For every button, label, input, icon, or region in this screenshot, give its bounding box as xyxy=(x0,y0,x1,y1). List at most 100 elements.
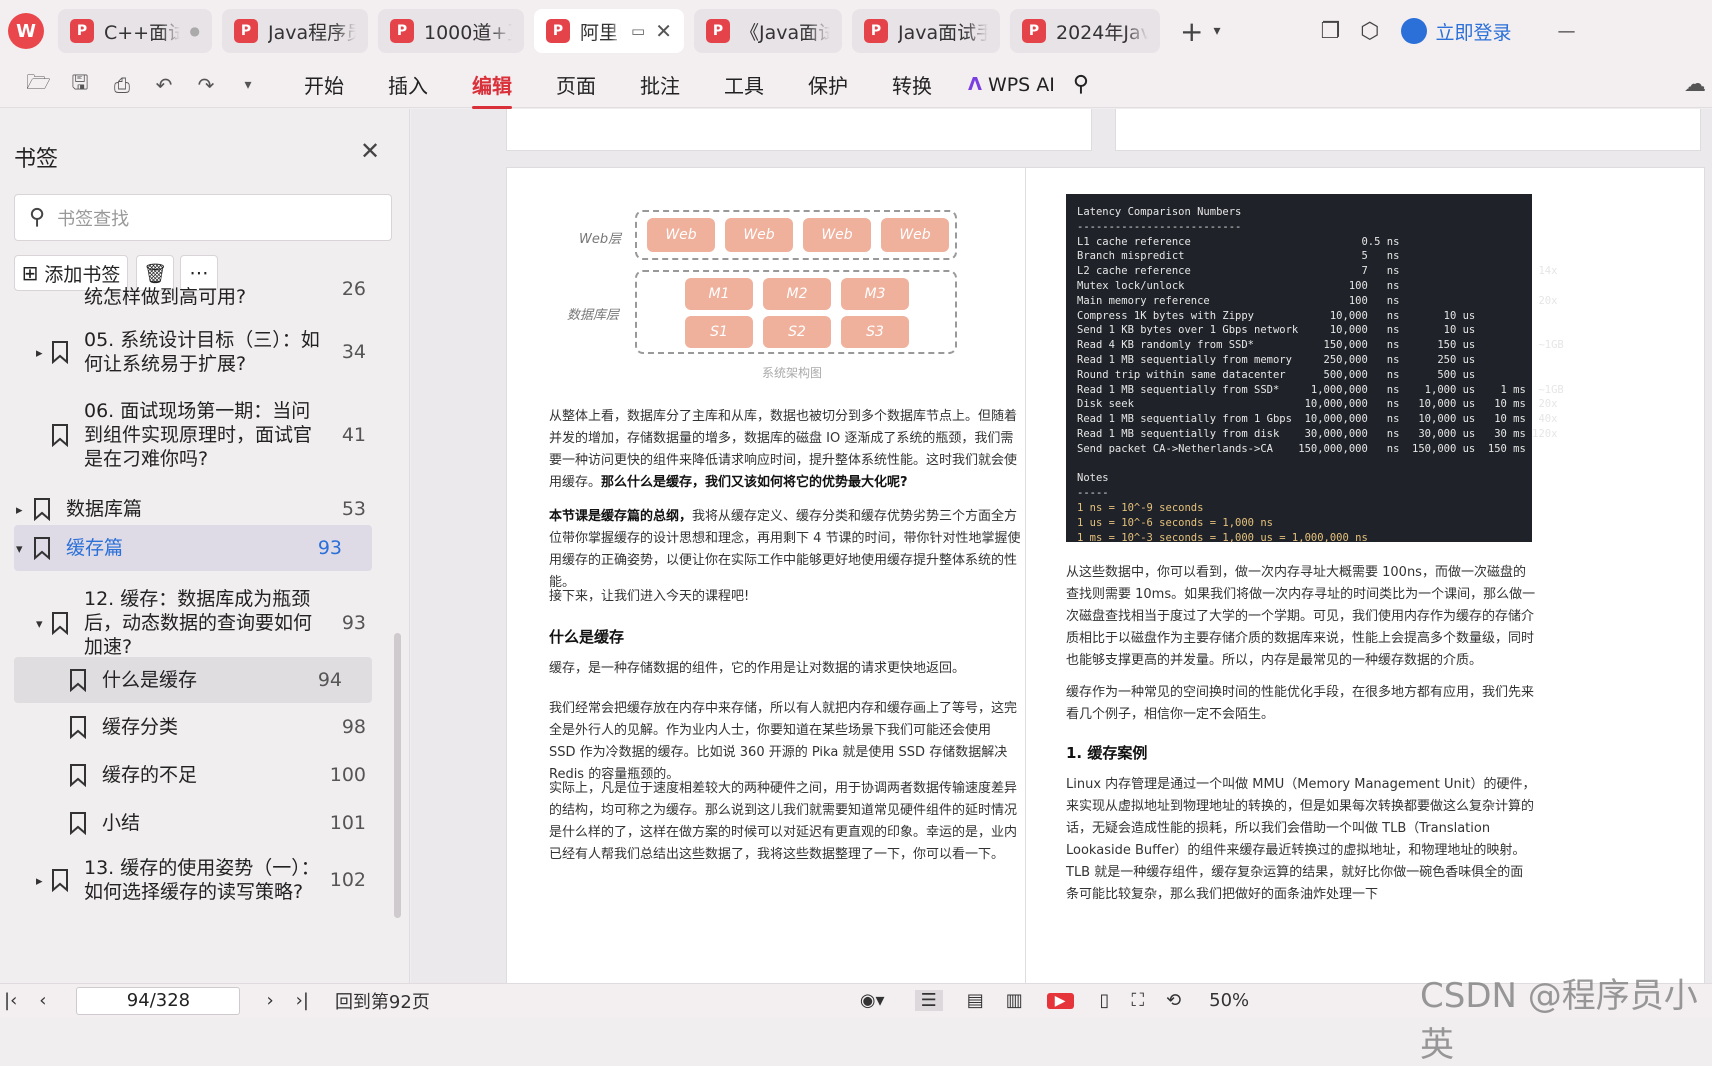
latency-row: Round trip within same datacenter 500,00… xyxy=(1077,368,1476,381)
back-to-page-link[interactable]: 回到第92页 xyxy=(335,988,430,1014)
more-chevron-icon[interactable]: ▾ xyxy=(236,77,260,93)
slave-node: S2 xyxy=(763,316,831,348)
bookmark-page-number: 93 xyxy=(317,537,342,559)
double-page-icon[interactable]: ▥ xyxy=(1006,990,1023,1011)
db-layer-label: 数据库层 xyxy=(567,308,620,323)
play-icon[interactable]: ▶ xyxy=(1046,992,1074,1009)
bookmark-label: 缓存的不足 xyxy=(102,764,198,786)
latency-row: Mutex lock/unlock 100 ns xyxy=(1077,279,1400,292)
tab-doc-4-active[interactable]: P 阿里巴巴 ▭ ✕ xyxy=(534,9,684,53)
bookmark-label: 小结 xyxy=(102,812,141,834)
single-page-icon[interactable]: ☰ xyxy=(914,990,943,1011)
menu-convert[interactable]: 转换 xyxy=(892,70,932,99)
collapse-arrow-icon[interactable]: ▾ xyxy=(16,538,30,562)
latency-row: Read 1 MB sequentially from SSD* 1,000,0… xyxy=(1077,383,1564,396)
csdn-watermark: CSDN @程序员小英 xyxy=(1420,976,1698,1065)
bookmark-cache[interactable]: ▾ 缓存篇 93 xyxy=(14,525,372,571)
tab-doc-3[interactable]: P 1000道+互联网 xyxy=(378,9,524,53)
expand-arrow-icon[interactable]: ▸ xyxy=(16,499,30,523)
menu-insert[interactable]: 插入 xyxy=(388,70,428,99)
bookmark-search-input[interactable]: ⚲ 书签查找 xyxy=(14,194,392,241)
bookmark-icon xyxy=(32,536,52,561)
bookmark-label: 什么是缓存 xyxy=(102,669,198,691)
menu-protect[interactable]: 保护 xyxy=(808,70,848,99)
cube-icon[interactable]: ⬡ xyxy=(1360,19,1379,44)
bookmark-cache-drawbacks[interactable]: 缓存的不足 100 xyxy=(0,755,410,795)
expand-arrow-icon[interactable]: ▸ xyxy=(36,342,50,366)
wps-ai-button[interactable]: WPS AI xyxy=(988,74,1055,96)
note-row: 1 us = 10^-6 seconds = 1,000 ns xyxy=(1077,516,1273,529)
tab-doc-1[interactable]: P C++面试八股 ● xyxy=(58,9,212,53)
close-panel-icon[interactable]: ✕ xyxy=(360,137,380,165)
tab-doc-5[interactable]: P 《Java面试手 xyxy=(694,9,842,53)
zoom-level[interactable]: 50% xyxy=(1209,990,1249,1011)
tab-list-chevron-icon[interactable]: ▾ xyxy=(1213,23,1220,39)
bookmark-13[interactable]: ▸ 13. 缓存的使用姿势（一）：如何选择缓存的读写策略? 102 xyxy=(0,851,410,909)
last-page-icon[interactable]: ›| xyxy=(296,990,309,1011)
tab-doc-2[interactable]: P Java程序员面试 xyxy=(222,9,368,53)
redo-icon[interactable]: ↷ xyxy=(194,73,218,97)
notes-title: Notes xyxy=(1077,472,1109,485)
first-page-icon[interactable]: |‹ xyxy=(4,990,17,1011)
bookmark-12[interactable]: ▾ 12. 缓存：数据库成为瓶颈后，动态数据的查询要如何加速? 93 xyxy=(0,577,410,669)
latency-row: Read 1 MB sequentially from memory 250,0… xyxy=(1077,353,1476,366)
bookmark-label: 13. 缓存的使用姿势（一）：如何选择缓存的读写策略? xyxy=(84,857,320,903)
bookmark-page-number: 34 xyxy=(341,341,366,363)
tab-label: Java程序员面试 xyxy=(268,21,356,44)
fit-page-icon[interactable]: ⛶ xyxy=(1131,990,1144,1011)
menu-page[interactable]: 页面 xyxy=(556,70,596,99)
slave-node: S1 xyxy=(685,316,753,348)
bookmark-icon xyxy=(68,668,88,693)
save-icon[interactable]: 🖫 xyxy=(68,68,92,102)
bookmark-label: 06. 面试现场第一期：当问到组件实现原理时，面试官是在刁难你吗? xyxy=(84,400,313,470)
new-tab-plus-icon[interactable]: + xyxy=(1180,15,1203,48)
menu-edit[interactable]: 编辑 xyxy=(472,70,512,109)
menu-tools[interactable]: 工具 xyxy=(724,70,764,99)
latency-separator: -------------------------- xyxy=(1077,220,1242,233)
latency-row: L1 cache reference 0.5 ns xyxy=(1077,235,1400,248)
window-switch-icon[interactable]: ❐ xyxy=(1321,19,1341,44)
bookmark-cache-types[interactable]: 缓存分类 98 xyxy=(0,707,410,747)
wps-logo-icon[interactable]: W xyxy=(8,13,44,49)
eye-mode-icon[interactable]: ◉▾ xyxy=(860,990,885,1011)
prev-page-icon[interactable]: ‹ xyxy=(39,990,46,1011)
page-number-input[interactable]: 94/328 xyxy=(76,986,241,1015)
menu-start[interactable]: 开始 xyxy=(304,70,344,99)
screen-icon[interactable]: ▭ xyxy=(631,22,645,40)
open-folder-icon[interactable]: 🗁 xyxy=(26,68,51,102)
bookmark-what-is-cache[interactable]: 什么是缓存 94 xyxy=(14,657,372,703)
prev-page-left xyxy=(506,109,1092,151)
login-link[interactable]: 立即登录 xyxy=(1435,18,1511,45)
tab-doc-6[interactable]: P Java面试手册 xyxy=(852,9,1000,53)
cloud-upload-icon[interactable]: ☁ xyxy=(1684,72,1706,97)
minimize-icon[interactable]: — xyxy=(1557,21,1575,42)
user-avatar-icon[interactable] xyxy=(1401,18,1428,44)
sidebar-scrollbar[interactable] xyxy=(394,633,401,918)
next-page-icon[interactable]: › xyxy=(266,990,273,1011)
bookmark-database[interactable]: ▸ 数据库篇 53 xyxy=(0,489,410,529)
search-icon[interactable]: ⚲ xyxy=(1073,72,1089,97)
bookmark-icon xyxy=(68,811,88,836)
paragraph-latency-analysis: 从这些数据中，你可以看到，做一次内存寻址大概需要 100ns，而做一次磁盘的查找… xyxy=(1066,565,1536,668)
bookmark-system-ha[interactable]: 统怎样做到高可用? 26 xyxy=(0,277,410,317)
tab-doc-7[interactable]: P 2024年Java面 xyxy=(1010,9,1160,53)
bookmark-page-number: 26 xyxy=(341,278,366,300)
bookmark-05[interactable]: ▸ 05. 系统设计目标（三）：如何让系统易于扩展? 34 xyxy=(0,323,410,381)
page-95: Latency Comparison Numbers --------------… xyxy=(1025,167,1705,983)
search-icon: ⚲ xyxy=(29,205,46,230)
rotate-icon[interactable]: ⟲ xyxy=(1166,990,1181,1011)
column-view-icon[interactable]: ▯ xyxy=(1100,990,1110,1011)
bookmark-page-number: 94 xyxy=(317,669,342,691)
paragraph-space-time: 缓存作为一种常见的空间换时间的性能优化手段，在很多地方都有应用，我们先来看几个例… xyxy=(1066,685,1535,722)
collapse-arrow-icon[interactable]: ▾ xyxy=(36,613,50,637)
bookmark-06[interactable]: 06. 面试现场第一期：当问到组件实现原理时，面试官是在刁难你吗? 41 xyxy=(0,389,410,481)
page-94: Web层 数据库层 Web Web Web Web M1 M2 M3 S1 S2… xyxy=(506,167,1092,983)
bookmark-summary[interactable]: 小结 101 xyxy=(0,803,410,843)
print-icon[interactable]: ⎙ xyxy=(110,73,134,97)
menu-comment[interactable]: 批注 xyxy=(640,70,680,99)
continuous-icon[interactable]: ▤ xyxy=(967,990,984,1011)
undo-icon[interactable]: ↶ xyxy=(152,73,176,97)
expand-arrow-icon[interactable]: ▸ xyxy=(36,870,50,894)
close-tab-icon[interactable]: ✕ xyxy=(655,19,672,43)
note-row: 1 ns = 10^-9 seconds xyxy=(1077,501,1204,514)
